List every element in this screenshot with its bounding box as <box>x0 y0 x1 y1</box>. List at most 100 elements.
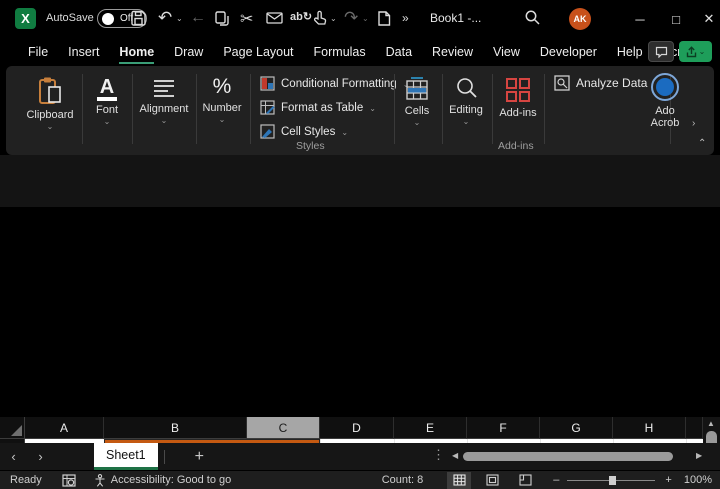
percent-icon: % <box>213 75 232 99</box>
column-header-a[interactable]: A <box>25 417 104 439</box>
macro-record-icon[interactable] <box>62 474 76 487</box>
next-sheet-icon[interactable]: › <box>27 449 54 464</box>
horizontal-scrollbar-thumb[interactable] <box>463 452 673 461</box>
sheetbar-options-dots[interactable]: ⋮ <box>432 447 445 463</box>
accessibility-status[interactable]: Accessibility: Good to go <box>94 474 231 487</box>
chevron-down-icon: ⌄ <box>463 117 470 126</box>
share-icon <box>686 46 697 58</box>
search-icon[interactable] <box>524 9 541 26</box>
tab-page-layout[interactable]: Page Layout <box>213 40 303 64</box>
minimize-button[interactable]: ─ <box>628 7 652 31</box>
copy-icon[interactable] <box>214 10 231 27</box>
column-header-b[interactable]: B <box>104 417 247 439</box>
zoom-out-button[interactable]: – <box>553 474 559 486</box>
column-header-h[interactable]: H <box>613 417 686 439</box>
tab-insert[interactable]: Insert <box>58 40 109 64</box>
chevron-down-icon: ⌄ <box>104 117 111 126</box>
zoom-level[interactable]: 100% <box>684 474 712 486</box>
accessibility-icon <box>94 474 106 487</box>
scroll-right-icon[interactable]: ▶ <box>696 451 702 460</box>
zoom-slider-thumb[interactable] <box>609 476 616 485</box>
tab-power-pivot[interactable]: Power Pivot <box>716 40 720 64</box>
undo-icon[interactable]: ↶ <box>158 8 172 28</box>
select-all-corner[interactable] <box>0 417 25 439</box>
avatar[interactable]: AK <box>569 8 591 30</box>
touch-mode-icon[interactable] <box>312 10 327 26</box>
sheet-tab-sheet1[interactable]: Sheet1 <box>94 443 158 470</box>
email-icon[interactable] <box>266 10 284 26</box>
excel-logo-icon[interactable]: X <box>15 8 36 29</box>
font-icon: A <box>100 78 114 96</box>
document-title: Book1 -... <box>430 11 481 25</box>
redo-dropdown-icon: ⌄ <box>362 14 369 23</box>
font-group[interactable]: A Font ⌄ <box>86 78 128 126</box>
addins-icon <box>504 76 532 104</box>
chevron-down-icon: ⌄ <box>161 116 168 125</box>
add-sheet-button[interactable]: + <box>195 448 204 466</box>
save-icon[interactable] <box>130 10 147 27</box>
title-bar: X AutoSave Off ↶ ⌄ ← ✂ ab↻ ⌄ ↷ ⌄ » Book1… <box>0 0 720 38</box>
clipboard-icon <box>37 76 63 106</box>
touch-mode-dropdown-icon[interactable]: ⌄ <box>330 14 337 23</box>
ribbon-overflow-icon[interactable]: › <box>692 118 695 129</box>
excel-window: X AutoSave Off ↶ ⌄ ← ✂ ab↻ ⌄ ↷ ⌄ » Book1… <box>0 0 720 489</box>
alignment-group[interactable]: Alignment ⌄ <box>136 78 192 125</box>
normal-view-button[interactable] <box>447 472 471 489</box>
editing-group[interactable]: Editing ⌄ <box>444 76 488 126</box>
column-header-c[interactable]: C <box>247 417 320 439</box>
styles-group-label: Styles <box>296 140 325 152</box>
alignment-icon <box>152 78 176 100</box>
editing-icon <box>454 76 479 101</box>
tab-help[interactable]: Help <box>607 40 653 64</box>
scroll-up-icon[interactable]: ▲ <box>707 419 715 428</box>
comments-button[interactable] <box>648 41 674 62</box>
cell-styles-button[interactable]: Cell Styles⌄ <box>260 124 348 139</box>
tab-view[interactable]: View <box>483 40 530 64</box>
number-group[interactable]: % Number ⌄ <box>198 75 246 124</box>
tab-developer[interactable]: Developer <box>530 40 607 64</box>
format-as-table-button[interactable]: Format as Table⌄ <box>260 100 376 115</box>
scroll-left-icon[interactable]: ◀ <box>452 451 458 460</box>
column-header-e[interactable]: E <box>394 417 467 439</box>
toggle-knob <box>102 13 114 25</box>
maximize-button[interactable]: □ <box>664 7 688 31</box>
cells-group[interactable]: Cells ⌄ <box>396 76 438 127</box>
zoom-in-button[interactable]: + <box>665 474 671 486</box>
collapse-ribbon-icon[interactable]: ⌃ <box>698 138 706 149</box>
column-header-f[interactable]: F <box>467 417 540 439</box>
ribbon: Clipboard ⌄ A Font ⌄ Alignment ⌄ % Numbe… <box>6 66 714 155</box>
cell-styles-icon <box>260 124 275 139</box>
tab-review[interactable]: Review <box>422 40 483 64</box>
cut-icon[interactable]: ✂ <box>240 9 253 29</box>
tab-draw[interactable]: Draw <box>164 40 213 64</box>
undo-dropdown-icon[interactable]: ⌄ <box>176 14 183 23</box>
close-button[interactable]: ✕ <box>697 7 720 31</box>
page-break-view-button[interactable] <box>513 472 537 489</box>
tab-formulas[interactable]: Formulas <box>304 40 376 64</box>
column-header-partial <box>686 417 703 439</box>
tab-file[interactable]: File <box>18 40 58 64</box>
chevron-down-icon: ⌄ <box>47 122 54 131</box>
tab-data[interactable]: Data <box>376 40 422 64</box>
share-button[interactable]: ⌄ <box>679 41 712 62</box>
addins-group[interactable]: Add-ins <box>496 76 540 119</box>
ready-status: Ready <box>10 474 42 486</box>
translate-icon[interactable]: ab↻ <box>290 10 312 23</box>
adobe-acrobat-group[interactable]: Ado Acrob <box>642 72 688 129</box>
column-header-d[interactable]: D <box>320 417 394 439</box>
qat-overflow-icon[interactable]: » <box>402 11 409 25</box>
analyze-data-icon <box>554 75 570 91</box>
tab-home[interactable]: Home <box>109 40 164 64</box>
page-layout-view-button[interactable] <box>480 472 504 489</box>
prev-sheet-icon[interactable]: ‹ <box>0 449 27 464</box>
zoom-slider[interactable] <box>567 480 655 481</box>
cells-icon <box>404 76 430 102</box>
conditional-formatting-button[interactable]: Conditional Formatting⌄ <box>260 76 409 91</box>
formula-bar: C3 ⌄ ⋮ ✕ ✓ fx ⌄ =LEFT(B3,3) <box>0 155 720 207</box>
column-header-g[interactable]: G <box>540 417 613 439</box>
autosave-label: AutoSave <box>46 12 94 24</box>
clipboard-group[interactable]: Clipboard ⌄ <box>22 76 78 131</box>
analyze-data-button[interactable]: Analyze Data <box>554 75 647 91</box>
redo-icon: ↷ <box>344 8 358 28</box>
new-file-icon[interactable] <box>377 10 391 27</box>
